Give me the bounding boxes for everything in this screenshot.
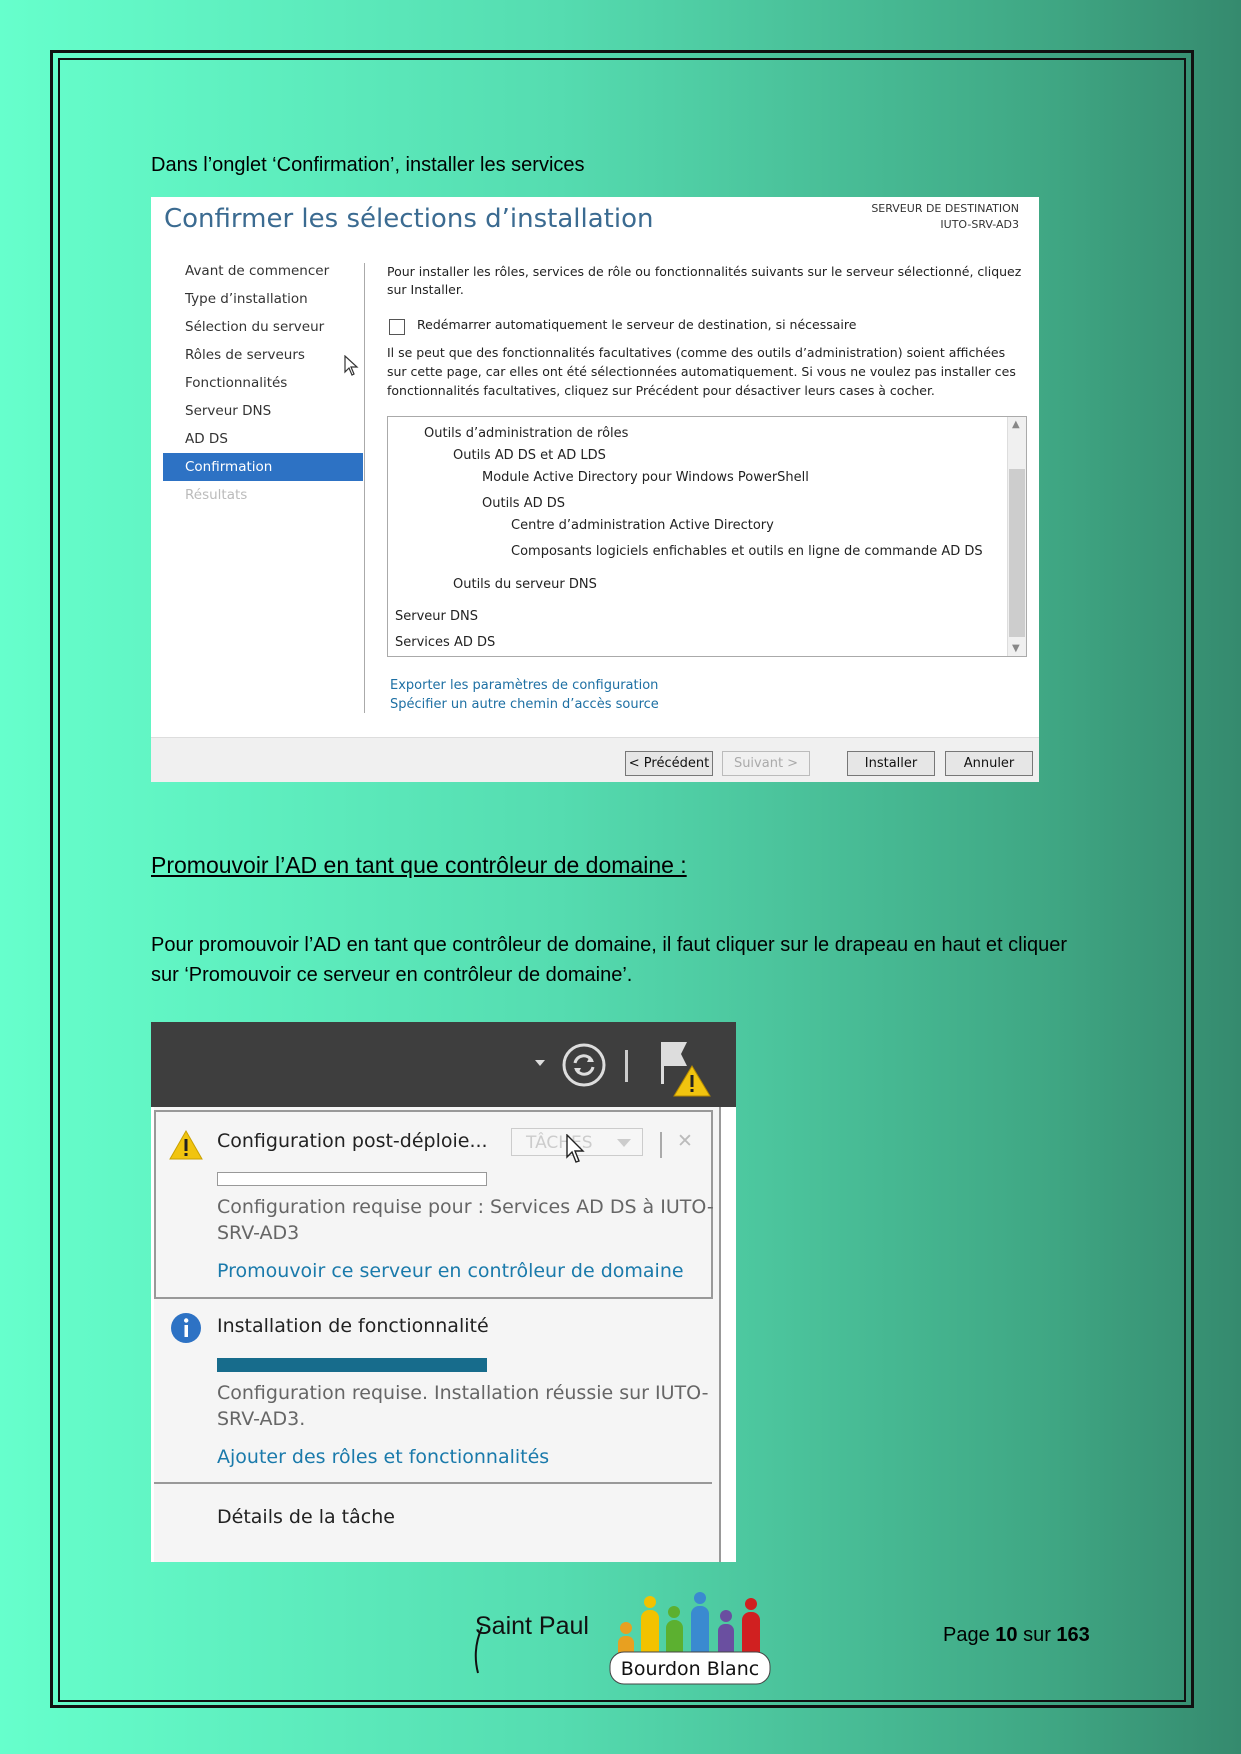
flag-warning-icon[interactable] bbox=[659, 1040, 711, 1098]
notification-description: Configuration requise pour : Services AD… bbox=[217, 1196, 714, 1218]
list-item: Centre d’administration Active Directory bbox=[511, 518, 774, 533]
separator bbox=[660, 1132, 662, 1158]
page-number: Page 10 sur 163 bbox=[943, 1624, 1090, 1646]
scrollbar-thumb[interactable] bbox=[1009, 469, 1025, 637]
notification-description: Configuration requise. Installation réus… bbox=[217, 1382, 709, 1404]
notification-description: SRV-AD3 bbox=[217, 1222, 300, 1244]
next-button[interactable]: Suivant > bbox=[722, 751, 810, 776]
install-wizard-screenshot: Confirmer les sélections d’installation … bbox=[151, 197, 1039, 782]
list-item: Outils AD DS bbox=[482, 496, 565, 511]
list-item: Composants logiciels enfichables et outi… bbox=[511, 544, 983, 559]
refresh-icon[interactable] bbox=[561, 1042, 607, 1088]
scroll-up-icon[interactable]: ▲ bbox=[1012, 419, 1020, 430]
restart-checkbox[interactable] bbox=[389, 319, 405, 335]
logo-text: Bourdon Blanc bbox=[621, 1658, 759, 1680]
nav-item[interactable]: Serveur DNS bbox=[163, 397, 363, 425]
list-item: Serveur DNS bbox=[395, 609, 478, 624]
task-details-link[interactable]: Détails de la tâche bbox=[217, 1506, 395, 1528]
section-heading: Promouvoir l’AD en tant que contrôleur d… bbox=[151, 852, 687, 878]
list-item: Outils du serveur DNS bbox=[453, 577, 597, 592]
chevron-down-icon[interactable] bbox=[616, 1138, 632, 1148]
intro-text: Pour installer les rôles, services de rô… bbox=[387, 264, 1022, 297]
list-item: Services AD DS bbox=[395, 635, 496, 650]
progress-bar bbox=[217, 1172, 487, 1186]
dropdown-arrow-icon[interactable] bbox=[534, 1059, 546, 1067]
server-manager-toolbar bbox=[151, 1022, 736, 1107]
wizard-title: Confirmer les sélections d’installation bbox=[164, 204, 654, 234]
nav-item[interactable]: Avant de commencer bbox=[163, 257, 363, 285]
scroll-down-icon[interactable]: ▼ bbox=[1012, 643, 1020, 654]
separator bbox=[625, 1050, 628, 1082]
optional-features-note: Il se peut que des fonctionnalités facul… bbox=[387, 345, 1016, 398]
footer-brand-text: Saint Paul bbox=[475, 1612, 589, 1640]
notification-description: SRV-AD3. bbox=[217, 1408, 306, 1430]
school-logo: Bourdon Blanc bbox=[609, 1592, 771, 1685]
instruction-text: Dans l’onglet ‘Confirmation’, installer … bbox=[151, 154, 585, 176]
notifications-screenshot: Configuration post-déploie... TÂCHES ✕ C… bbox=[151, 1022, 736, 1562]
features-list[interactable]: Outils d’administration de rôles Outils … bbox=[387, 416, 1027, 657]
nav-item-active[interactable]: Confirmation bbox=[163, 453, 363, 481]
nav-item[interactable]: Rôles de serveurs bbox=[163, 341, 363, 369]
divider bbox=[364, 263, 365, 713]
previous-button[interactable]: < Précédent bbox=[625, 751, 713, 776]
destination-server: SERVEUR DE DESTINATION IUTO-SRV-AD3 bbox=[871, 202, 1019, 231]
list-item: Module Active Directory pour Windows Pow… bbox=[482, 470, 809, 485]
mouse-cursor-icon bbox=[566, 1134, 585, 1163]
mouse-cursor-icon bbox=[344, 355, 359, 376]
notification-title: Installation de fonctionnalité bbox=[217, 1315, 489, 1337]
list-item: Outils d’administration de rôles bbox=[424, 426, 629, 441]
list-item: Outils AD DS et AD LDS bbox=[453, 448, 606, 463]
nav-item[interactable]: Fonctionnalités bbox=[163, 369, 363, 397]
nav-item-disabled: Résultats bbox=[185, 487, 248, 503]
progress-bar-complete bbox=[217, 1358, 487, 1372]
nav-item[interactable]: Type d’installation bbox=[163, 285, 363, 313]
wizard-nav: Avant de commencer Type d’installation S… bbox=[163, 257, 363, 509]
close-icon[interactable]: ✕ bbox=[677, 1130, 693, 1152]
divider bbox=[154, 1482, 712, 1484]
add-roles-link[interactable]: Ajouter des rôles et fonctionnalités bbox=[217, 1446, 549, 1468]
warning-icon bbox=[169, 1130, 203, 1160]
nav-item[interactable]: Sélection du serveur bbox=[163, 313, 363, 341]
promote-dc-link[interactable]: Promouvoir ce serveur en contrôleur de d… bbox=[217, 1260, 684, 1282]
export-settings-link[interactable]: Exporter les paramètres de configuration bbox=[390, 678, 658, 693]
instruction-text-2: Pour promouvoir l’AD en tant que contrôl… bbox=[151, 934, 1068, 986]
cancel-button[interactable]: Annuler bbox=[945, 751, 1033, 776]
install-button[interactable]: Installer bbox=[847, 751, 935, 776]
info-icon bbox=[171, 1313, 201, 1343]
alternate-source-link[interactable]: Spécifier un autre chemin d’accès source bbox=[390, 697, 659, 712]
restart-checkbox-label[interactable]: Redémarrer automatiquement le serveur de… bbox=[417, 317, 856, 332]
scrollbar[interactable]: ▲ ▼ bbox=[1007, 417, 1026, 656]
notification-title: Configuration post-déploie... bbox=[217, 1130, 488, 1152]
nav-item[interactable]: AD DS bbox=[163, 425, 363, 453]
